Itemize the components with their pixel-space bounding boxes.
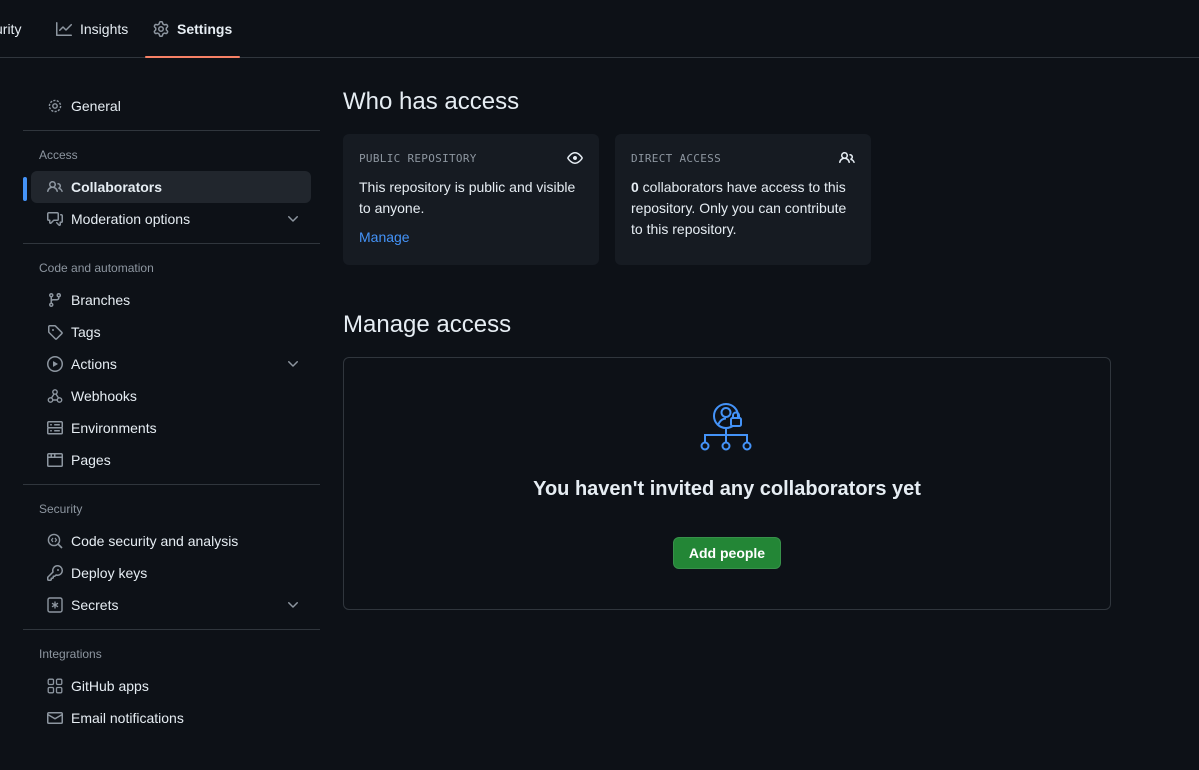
sidebar-item-label: Tags xyxy=(71,324,101,340)
tag-icon xyxy=(48,325,63,340)
sidebar-item-label: Code security and analysis xyxy=(71,533,239,549)
sidebar-item-label: Moderation options xyxy=(71,211,191,227)
sidebar-item-github-apps[interactable]: GitHub apps xyxy=(31,670,311,702)
mail-icon xyxy=(47,712,63,724)
browser-icon xyxy=(47,453,63,467)
sidebar-item-moderation-options[interactable]: Moderation options xyxy=(31,203,311,235)
sidebar-item-label: Collaborators xyxy=(71,179,163,195)
add-people-button[interactable]: Add people xyxy=(673,537,781,569)
sidebar-heading-code-automation: Code and automation xyxy=(39,261,154,275)
sidebar-item-label: Branches xyxy=(71,292,131,308)
card-text-rest: collaborators have access to this reposi… xyxy=(631,179,847,237)
sidebar-item-label: GitHub apps xyxy=(71,678,149,694)
tab-insights-label: Insights xyxy=(80,21,129,37)
sidebar-item-general[interactable]: General xyxy=(31,90,311,122)
chevron-down-icon xyxy=(288,361,298,367)
sidebar-item-pages[interactable]: Pages xyxy=(31,444,311,476)
gear-icon xyxy=(48,99,62,113)
tab-security[interactable]: curity xyxy=(0,0,21,58)
blankslate-title: You haven't invited any collaborators ye… xyxy=(533,478,921,500)
tab-security-label: curity xyxy=(0,21,22,37)
sidebar-item-label: Actions xyxy=(71,356,117,372)
manage-access-title: Manage access xyxy=(343,311,512,338)
sidebar-item-label: Secrets xyxy=(71,597,119,613)
sidebar-item-label: Pages xyxy=(71,452,111,468)
sidebar-item-label: Webhooks xyxy=(71,388,137,404)
sidebar-heading-integrations: Integrations xyxy=(39,647,102,661)
apps-icon xyxy=(47,678,63,694)
sidebar-item-label: Environments xyxy=(71,420,157,436)
git-branch-icon xyxy=(48,293,61,308)
access-cards: PUBLIC REPOSITORY This repository is pub… xyxy=(343,134,1111,265)
repo-nav: curity Insights Settings xyxy=(0,0,1199,58)
sidebar-item-label: Email notifications xyxy=(71,710,184,726)
who-has-access-title: Who has access xyxy=(343,88,520,115)
sidebar-heading-security: Security xyxy=(39,502,83,516)
sidebar-item-secrets[interactable]: Secrets xyxy=(31,589,311,621)
settings-sidebar: General Access Collaborators Moderation … xyxy=(23,90,320,734)
gear-icon xyxy=(153,21,169,37)
sidebar-item-tags[interactable]: Tags xyxy=(31,316,311,348)
tab-insights[interactable]: Insights xyxy=(56,0,128,58)
sidebar-item-webhooks[interactable]: Webhooks xyxy=(31,380,311,412)
manage-access-blankslate: You haven't invited any collaborators ye… xyxy=(343,357,1111,610)
graph-icon xyxy=(56,22,72,36)
sidebar-item-label: Deploy keys xyxy=(71,565,148,581)
key-icon xyxy=(47,565,63,581)
eye-icon xyxy=(567,152,583,164)
collaborator-count: 0 xyxy=(631,179,639,195)
comment-discussion-icon xyxy=(47,212,63,226)
card-text: This repository is public and visible to… xyxy=(359,179,576,216)
person-lock-network-icon xyxy=(700,403,752,451)
tab-settings-label: Settings xyxy=(177,21,233,37)
sidebar-item-deploy-keys[interactable]: Deploy keys xyxy=(31,557,311,589)
public-repository-card: PUBLIC REPOSITORY This repository is pub… xyxy=(343,134,599,265)
sidebar-heading-access: Access xyxy=(39,148,78,162)
webhook-icon xyxy=(47,389,63,403)
sidebar-item-actions[interactable]: Actions xyxy=(31,348,311,380)
sidebar-divider xyxy=(23,130,320,131)
sidebar-item-environments[interactable]: Environments xyxy=(31,412,311,444)
codescan-icon xyxy=(47,533,63,549)
sidebar-divider xyxy=(23,243,320,244)
card-label: PUBLIC REPOSITORY xyxy=(359,152,477,165)
asterisk-box-icon xyxy=(47,597,63,613)
chevron-down-icon xyxy=(288,602,298,608)
people-icon xyxy=(839,151,855,164)
sidebar-item-email-notifications[interactable]: Email notifications xyxy=(31,702,311,734)
tab-settings[interactable]: Settings xyxy=(144,0,241,58)
server-icon xyxy=(47,421,63,435)
card-label: DIRECT ACCESS xyxy=(631,152,721,165)
sidebar-divider xyxy=(23,629,320,630)
sidebar-item-collaborators[interactable]: Collaborators xyxy=(23,171,311,203)
sidebar-item-label: General xyxy=(71,98,121,114)
chevron-down-icon xyxy=(288,216,298,222)
play-icon xyxy=(47,356,63,372)
card-text: 0 collaborators have access to this repo… xyxy=(631,177,855,240)
main-content: Who has access PUBLIC REPOSITORY This re… xyxy=(343,86,1111,610)
sidebar-divider xyxy=(23,484,320,485)
manage-visibility-link[interactable]: Manage xyxy=(359,229,410,245)
direct-access-card: DIRECT ACCESS 0 collaborators have acces… xyxy=(615,134,871,265)
sidebar-item-branches[interactable]: Branches xyxy=(31,284,311,316)
people-icon xyxy=(47,180,63,193)
sidebar-item-code-security[interactable]: Code security and analysis xyxy=(31,525,311,557)
